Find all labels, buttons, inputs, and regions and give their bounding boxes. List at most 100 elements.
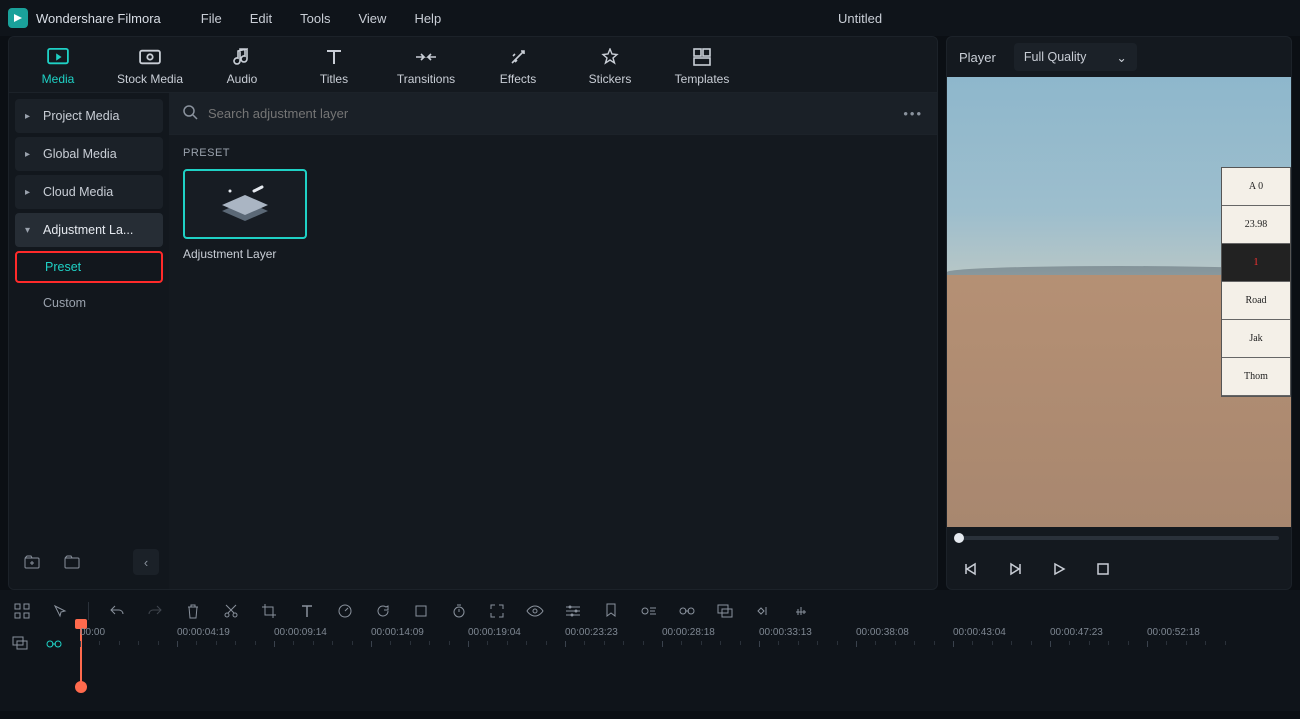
asset-thumbnail[interactable] <box>183 169 307 239</box>
tab-label: Media <box>42 72 75 86</box>
tab-label: Stock Media <box>117 72 183 86</box>
play-pause-button[interactable] <box>1005 559 1025 579</box>
quality-dropdown[interactable]: Full Quality ⌄ <box>1014 43 1137 71</box>
adjust-button[interactable] <box>563 601 583 621</box>
tab-label: Titles <box>320 72 348 86</box>
library-panel: Media Stock Media Audio Titles Transitio… <box>8 36 938 590</box>
collapse-sidebar-button[interactable]: ‹ <box>133 549 159 575</box>
tab-transitions[interactable]: Transitions <box>389 46 463 92</box>
grid-icon[interactable] <box>12 601 32 621</box>
undo-button[interactable] <box>107 601 127 621</box>
ruler-tick: 00:00:09:14 <box>274 627 327 638</box>
document-title: Untitled <box>838 11 882 26</box>
stickers-icon <box>601 46 619 68</box>
library-sidebar: ▸Project Media ▸ Global Media ▸Cloud Medi… <box>9 93 169 589</box>
menu-file[interactable]: File <box>201 11 222 26</box>
chevron-left-icon: ‹ <box>144 555 148 570</box>
audio-button[interactable] <box>791 601 811 621</box>
app-logo <box>8 8 28 28</box>
marker-button[interactable] <box>601 601 621 621</box>
sidebar-item-project-media[interactable]: ▸Project Media <box>15 99 163 133</box>
media-icon <box>47 46 69 68</box>
music-icon <box>233 46 251 68</box>
menu-view[interactable]: View <box>358 11 386 26</box>
menu-edit[interactable]: Edit <box>250 11 272 26</box>
keyframe-button[interactable] <box>753 601 773 621</box>
select-tool-button[interactable] <box>50 601 70 621</box>
transitions-icon <box>415 46 437 68</box>
more-button[interactable]: ••• <box>903 106 923 121</box>
library-tabs: Media Stock Media Audio Titles Transitio… <box>9 37 937 93</box>
prev-frame-button[interactable] <box>961 559 981 579</box>
search-icon <box>183 105 198 123</box>
quality-label: Full Quality <box>1024 50 1087 64</box>
tab-effects[interactable]: Effects <box>481 46 555 92</box>
timer-button[interactable] <box>449 601 469 621</box>
menu-help[interactable]: Help <box>414 11 441 26</box>
track-options-button[interactable] <box>12 636 28 653</box>
motion-button[interactable] <box>639 601 659 621</box>
templates-icon <box>693 46 711 68</box>
menubar: Wondershare Filmora File Edit Tools View… <box>0 0 1300 36</box>
tab-label: Effects <box>500 72 536 86</box>
ruler-tick: 00:00:23:23 <box>565 627 618 638</box>
ruler-tick: 00:00:38:08 <box>856 627 909 638</box>
chevron-right-icon: ▸ <box>25 111 35 122</box>
ruler-tick: 00:00:19:04 <box>468 627 521 638</box>
ruler-tick: 00:00:28:18 <box>662 627 715 638</box>
text-button[interactable] <box>297 601 317 621</box>
speed-button[interactable] <box>335 601 355 621</box>
link-tracks-button[interactable] <box>46 637 62 652</box>
sidebar-item-adjustment-layer[interactable]: ▾ Adjustment La... <box>15 213 163 247</box>
tab-audio[interactable]: Audio <box>205 46 279 92</box>
effects-icon <box>509 46 527 68</box>
seek-thumb[interactable] <box>954 533 964 543</box>
timeline-ruler[interactable]: 00:0000:00:04:1900:00:09:1400:00:14:0900… <box>80 627 1288 661</box>
cloud-icon <box>139 46 161 68</box>
expand-button[interactable] <box>487 601 507 621</box>
delete-button[interactable] <box>183 601 203 621</box>
timeline-panel: 00:0000:00:04:1900:00:09:1400:00:14:0900… <box>0 590 1300 711</box>
crop-zoom-button[interactable] <box>411 601 431 621</box>
link-button[interactable] <box>677 601 697 621</box>
search-input[interactable] <box>208 106 903 121</box>
redo-button[interactable] <box>145 601 165 621</box>
app-name: Wondershare Filmora <box>36 11 161 26</box>
group-button[interactable] <box>715 601 735 621</box>
rotate-button[interactable] <box>373 601 393 621</box>
tab-stock-media[interactable]: Stock Media <box>113 46 187 92</box>
folder-button[interactable] <box>59 549 85 575</box>
chevron-down-icon: ▾ <box>25 225 35 236</box>
sidebar-item-label: Global Media <box>43 147 117 161</box>
timeline-toolbar <box>12 594 1288 628</box>
sidebar-sub-preset[interactable]: Preset <box>15 251 163 283</box>
tab-titles[interactable]: Titles <box>297 46 371 92</box>
tab-media[interactable]: Media <box>21 46 95 92</box>
ruler-tick: 00:00:43:04 <box>953 627 1006 638</box>
ruler-tick: 00:00:47:23 <box>1050 627 1103 638</box>
crop-button[interactable] <box>259 601 279 621</box>
sidebar-item-label: Adjustment La... <box>43 223 133 237</box>
titles-icon <box>325 46 343 68</box>
ruler-tick: 00:00:04:19 <box>177 627 230 638</box>
new-folder-button[interactable] <box>19 549 45 575</box>
sidebar-item-global-media[interactable]: ▸ Global Media <box>15 137 163 171</box>
tab-templates[interactable]: Templates <box>665 46 739 92</box>
chevron-right-icon: ▸ <box>25 149 35 160</box>
menu-tools[interactable]: Tools <box>300 11 330 26</box>
preview-canvas[interactable]: A 0 23.98 1 Road Jak Thom <box>947 77 1291 527</box>
visibility-button[interactable] <box>525 601 545 621</box>
sidebar-item-cloud-media[interactable]: ▸Cloud Media <box>15 175 163 209</box>
seek-bar[interactable] <box>947 527 1291 549</box>
cut-button[interactable] <box>221 601 241 621</box>
play-button[interactable] <box>1049 559 1069 579</box>
preview-panel: Player Full Quality ⌄ A 0 23.98 1 Road J… <box>946 36 1292 590</box>
asset-adjustment-layer[interactable]: Adjustment Layer <box>183 169 307 261</box>
chevron-down-icon: ⌄ <box>1116 50 1126 65</box>
tab-stickers[interactable]: Stickers <box>573 46 647 92</box>
stop-button[interactable] <box>1093 559 1113 579</box>
ruler-tick: 00:00 <box>80 627 105 638</box>
library-content: ••• PRESET Adjustment Lay <box>169 93 937 589</box>
sidebar-sub-custom[interactable]: Custom <box>15 287 163 319</box>
section-title: PRESET <box>183 147 923 159</box>
